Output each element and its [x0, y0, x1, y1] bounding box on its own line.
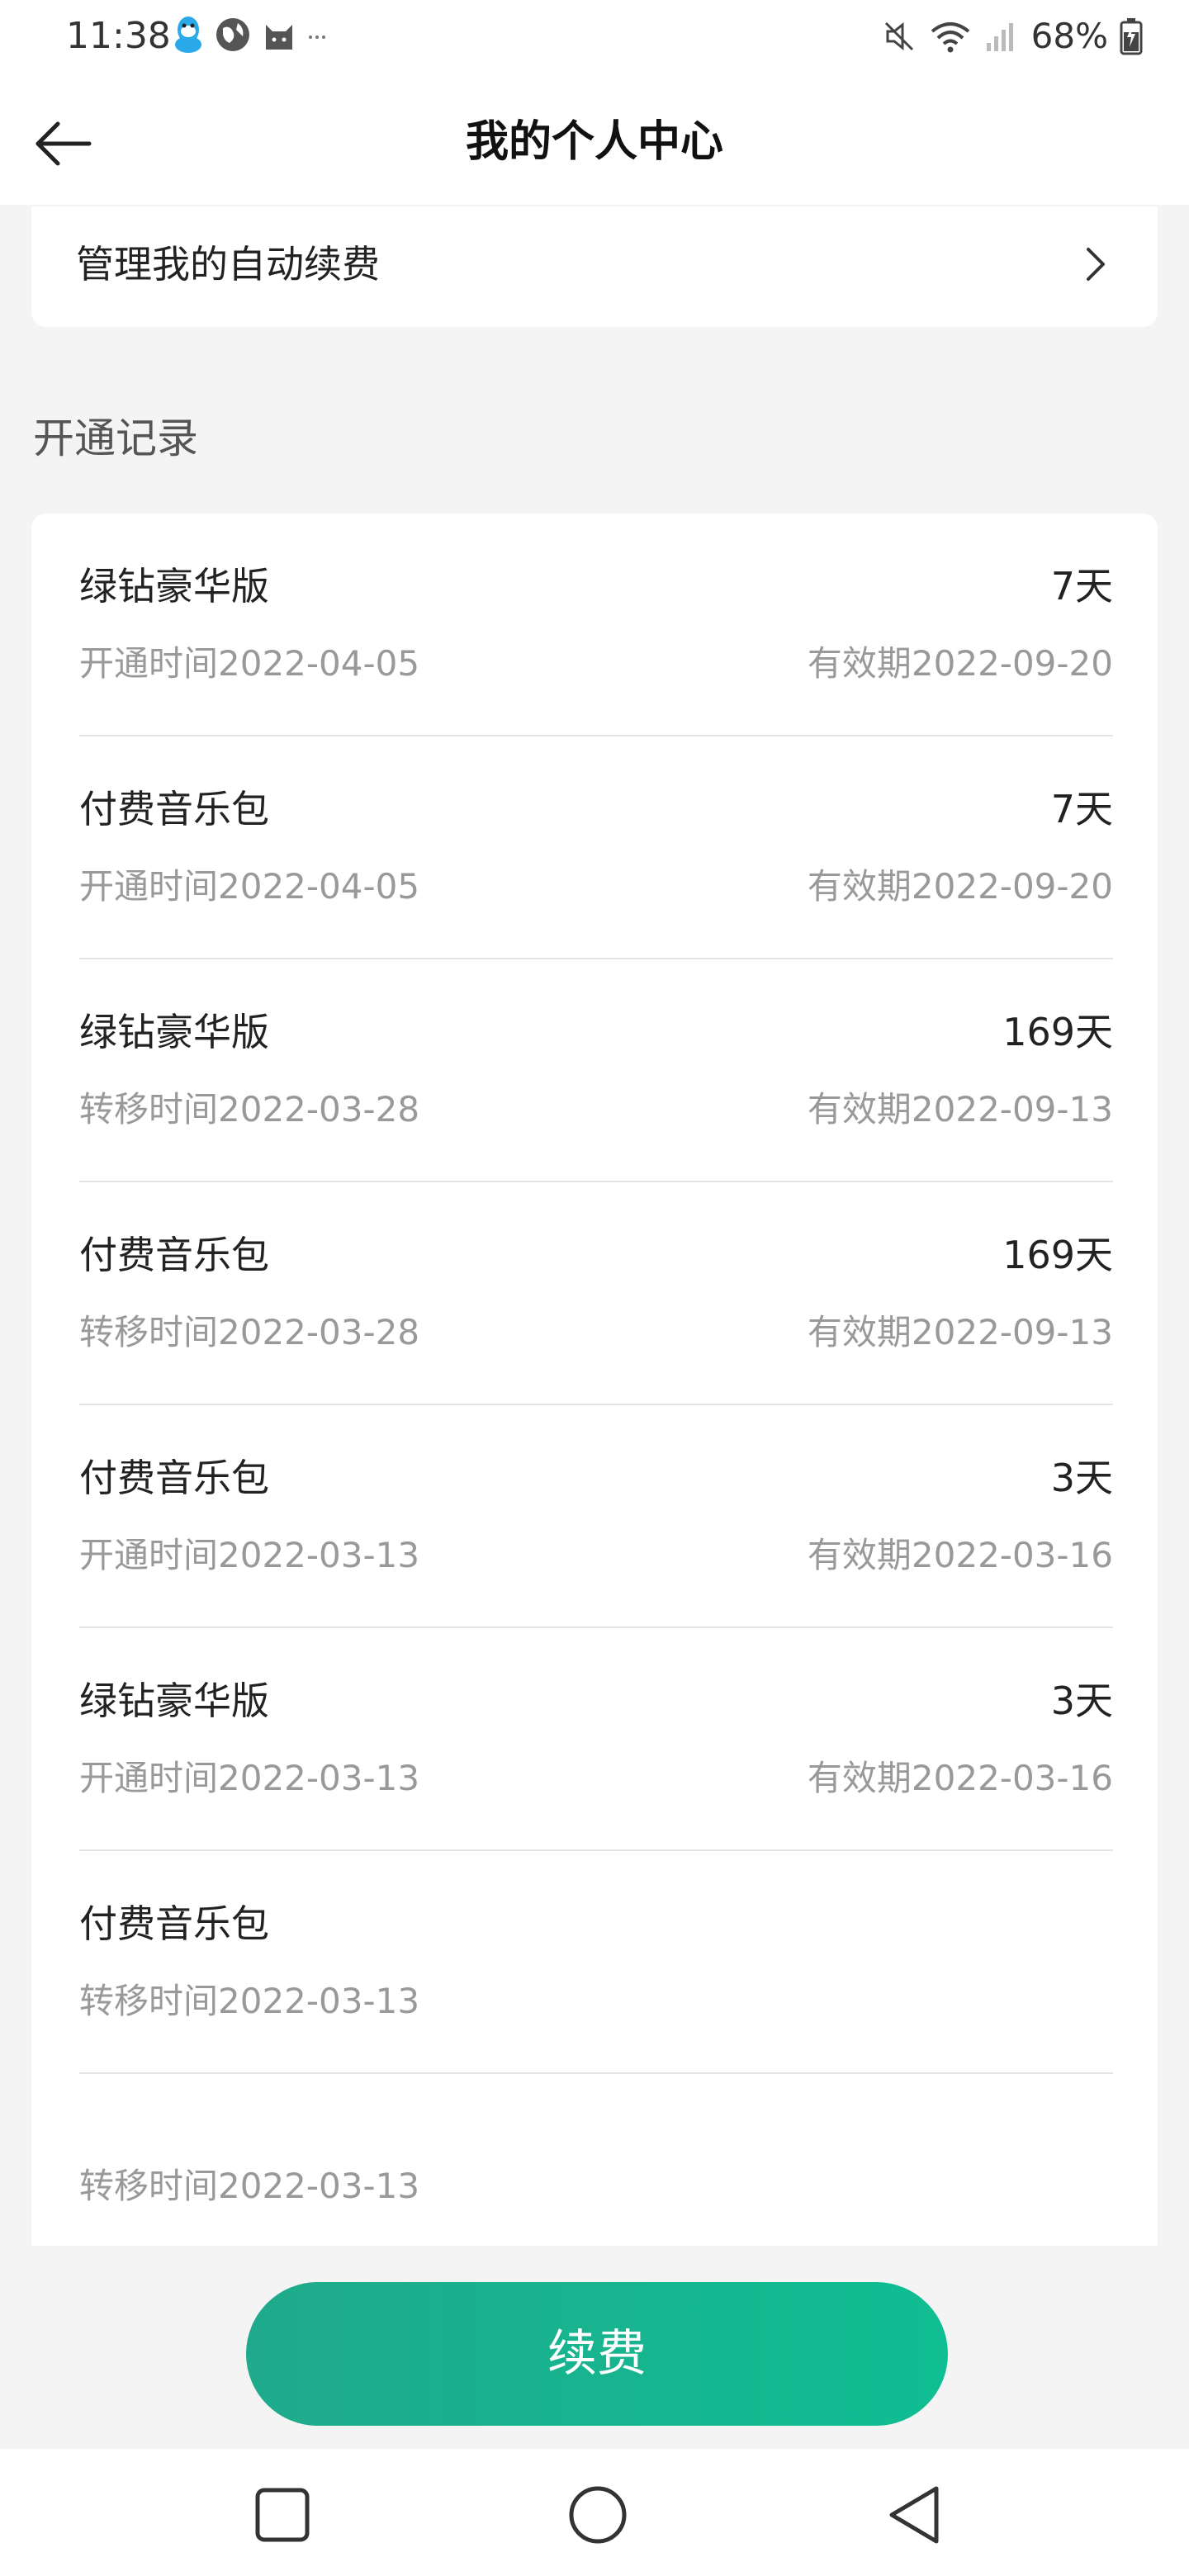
record-name: 付费音乐包 — [79, 787, 269, 831]
record-name: 绿钻豪华版 — [79, 564, 269, 608]
section-title: 开通记录 — [33, 414, 198, 462]
home-icon — [569, 2486, 627, 2544]
app-header: 我的个人中心 — [0, 79, 1189, 205]
record-name: 付费音乐包 — [79, 1233, 269, 1277]
record-name: 付费音乐包 — [79, 1456, 269, 1500]
record-item[interactable]: 绿钻豪华版 7天 开通时间2022-04-05 有效期2022-09-20 — [79, 514, 1113, 736]
manage-auto-renew-label: 管理我的自动续费 — [76, 242, 380, 286]
chevron-right-icon — [1087, 248, 1105, 281]
recent-apps-icon — [255, 2488, 310, 2542]
record-item[interactable]: 付费音乐包 169天 转移时间2022-03-28 有效期2022-09-13 — [79, 1182, 1113, 1405]
record-time: 开通时间2022-03-13 — [79, 1758, 420, 1798]
record-name: 绿钻豪华版 — [79, 1010, 269, 1054]
record-item[interactable]: 付费音乐包 7天 开通时间2022-04-05 有效期2022-09-20 — [79, 736, 1113, 959]
more-dots-icon — [307, 29, 327, 45]
record-item[interactable]: 付费音乐包 转移时间2022-03-13 — [79, 1851, 1113, 2074]
renew-button[interactable]: 续费 — [246, 2282, 948, 2426]
system-nav-bar — [0, 2449, 1189, 2576]
cat-icon — [261, 17, 297, 56]
record-name: 绿钻豪华版 — [79, 1679, 269, 1723]
record-validity: 有效期2022-09-13 — [807, 1089, 1113, 1129]
record-validity: 有效期2022-09-20 — [807, 866, 1113, 907]
globe-icon — [215, 17, 251, 56]
signal-icon — [983, 18, 1020, 54]
record-time: 开通时间2022-04-05 — [79, 643, 420, 684]
status-left-icons — [172, 12, 337, 61]
qq-icon — [172, 15, 205, 58]
records-list: 绿钻豪华版 7天 开通时间2022-04-05 有效期2022-09-20 付费… — [31, 514, 1158, 2246]
record-validity: 有效期2022-09-13 — [807, 1312, 1113, 1352]
record-item[interactable]: 绿钻豪华版 169天 转移时间2022-03-28 有效期2022-09-13 — [79, 959, 1113, 1182]
record-days: 7天 — [1050, 787, 1113, 831]
record-validity: 有效期2022-03-16 — [807, 1535, 1113, 1575]
record-time: 转移时间2022-03-28 — [79, 1089, 420, 1129]
record-name: 付费音乐包 — [79, 1901, 269, 1946]
record-item[interactable]: 付费音乐包 3天 开通时间2022-03-13 有效期2022-03-16 — [79, 1405, 1113, 1628]
record-validity: 有效期2022-03-16 — [807, 1758, 1113, 1798]
status-right-icons: 68% — [869, 12, 1143, 61]
page-title: 我的个人中心 — [465, 117, 723, 167]
mute-icon — [881, 18, 917, 54]
record-item[interactable]: 转移时间2022-03-13 — [79, 2074, 1113, 2239]
recent-apps-button[interactable] — [249, 2482, 315, 2548]
record-time: 开通时间2022-04-05 — [79, 866, 420, 907]
record-time: 转移时间2022-03-13 — [79, 2166, 420, 2206]
battery-icon — [1120, 17, 1143, 55]
record-days: 7天 — [1050, 564, 1113, 608]
record-time: 转移时间2022-03-13 — [79, 1981, 420, 2021]
record-time: 开通时间2022-03-13 — [79, 1535, 420, 1575]
wifi-icon — [929, 18, 972, 54]
battery-percent: 68% — [1030, 16, 1108, 56]
record-time: 转移时间2022-03-28 — [79, 1312, 420, 1352]
status-time: 11:38 — [66, 15, 171, 57]
manage-auto-renew-row[interactable]: 管理我的自动续费 — [31, 206, 1158, 327]
home-button[interactable] — [565, 2482, 631, 2548]
record-validity: 有效期2022-09-20 — [807, 643, 1113, 684]
record-item[interactable]: 绿钻豪华版 3天 开通时间2022-03-13 有效期2022-03-16 — [79, 1628, 1113, 1851]
back-nav-icon — [889, 2486, 939, 2544]
back-nav-button[interactable] — [882, 2482, 948, 2548]
status-bar: 11:38 68% — [0, 0, 1189, 79]
record-days: 169天 — [1002, 1233, 1113, 1277]
record-days: 169天 — [1002, 1010, 1113, 1054]
record-days: 3天 — [1050, 1456, 1113, 1500]
record-days: 3天 — [1050, 1679, 1113, 1723]
